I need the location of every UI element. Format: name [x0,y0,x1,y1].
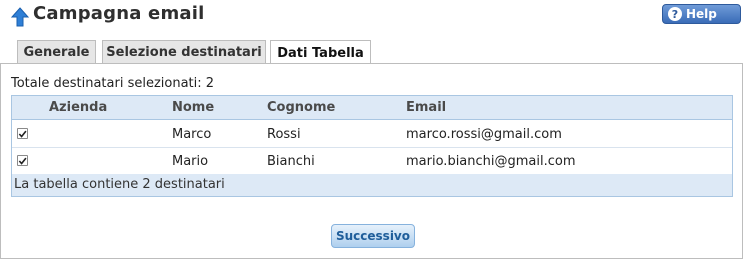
cell-nome: Mario [172,154,209,169]
next-button[interactable]: Successivo [331,224,415,248]
tab-label: Selezione destinatari [106,45,262,60]
help-button[interactable]: ? Help [662,4,741,24]
tab-generale[interactable]: Generale [17,40,96,64]
total-selected-text: Totale destinatari selezionati: 2 [11,76,215,91]
table-footer: La tabella contiene 2 destinatari [12,174,732,196]
column-header-email[interactable]: Email [406,100,446,115]
recipients-table: Azienda Nome Cognome Email Marco Rossi m… [11,95,733,197]
table-header: Azienda Nome Cognome Email [12,96,732,120]
tab-panel: Totale destinatari selezionati: 2 Aziend… [0,63,743,259]
table-row[interactable]: Mario Bianchi mario.bianchi@gmail.com [12,148,732,175]
checkmark-icon [18,130,27,138]
cell-email: marco.rossi@gmail.com [406,127,562,142]
tab-bar: Generale Selezione destinatari Dati Tabe… [0,40,744,65]
page-title: Campagna email [33,3,205,24]
table-row[interactable]: Marco Rossi marco.rossi@gmail.com [12,121,732,148]
cell-cognome: Rossi [267,127,301,142]
tab-label: Generale [23,45,90,60]
title-bar: Campagna email ? Help [0,0,744,34]
column-header-cognome[interactable]: Cognome [267,100,335,115]
cell-email: mario.bianchi@gmail.com [406,154,576,169]
tab-label: Dati Tabella [277,45,364,61]
up-arrow-icon [10,7,30,27]
column-header-azienda[interactable]: Azienda [49,100,107,115]
help-button-label: Help [686,7,717,21]
help-icon: ? [668,7,682,21]
tab-dati-tabella[interactable]: Dati Tabella [270,40,371,65]
column-header-nome[interactable]: Nome [172,100,214,115]
checkmark-icon [18,157,27,165]
cell-cognome: Bianchi [267,154,315,169]
row-checkbox[interactable] [17,128,28,139]
cell-nome: Marco [172,127,212,142]
row-checkbox[interactable] [17,155,28,166]
next-button-label: Successivo [335,229,410,243]
tab-selezione-destinatari[interactable]: Selezione destinatari [102,40,266,64]
